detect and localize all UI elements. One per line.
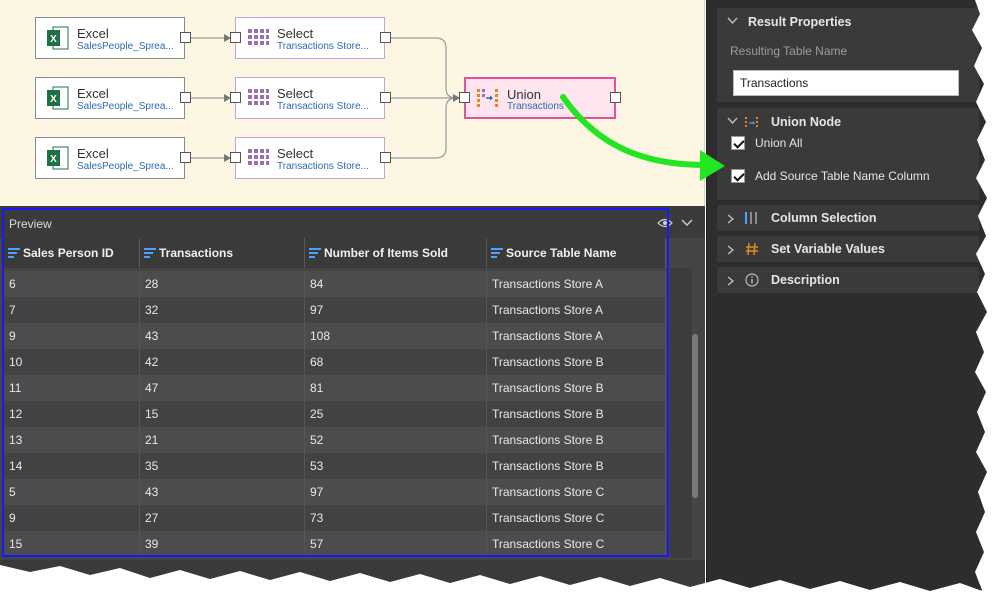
torn-bottom-edge: [0, 565, 1001, 605]
annotation-overlay: [0, 0, 1001, 605]
green-arrow-shaft: [560, 94, 708, 168]
torn-right-edge: [970, 0, 1001, 605]
green-arrow-head: [700, 150, 725, 181]
